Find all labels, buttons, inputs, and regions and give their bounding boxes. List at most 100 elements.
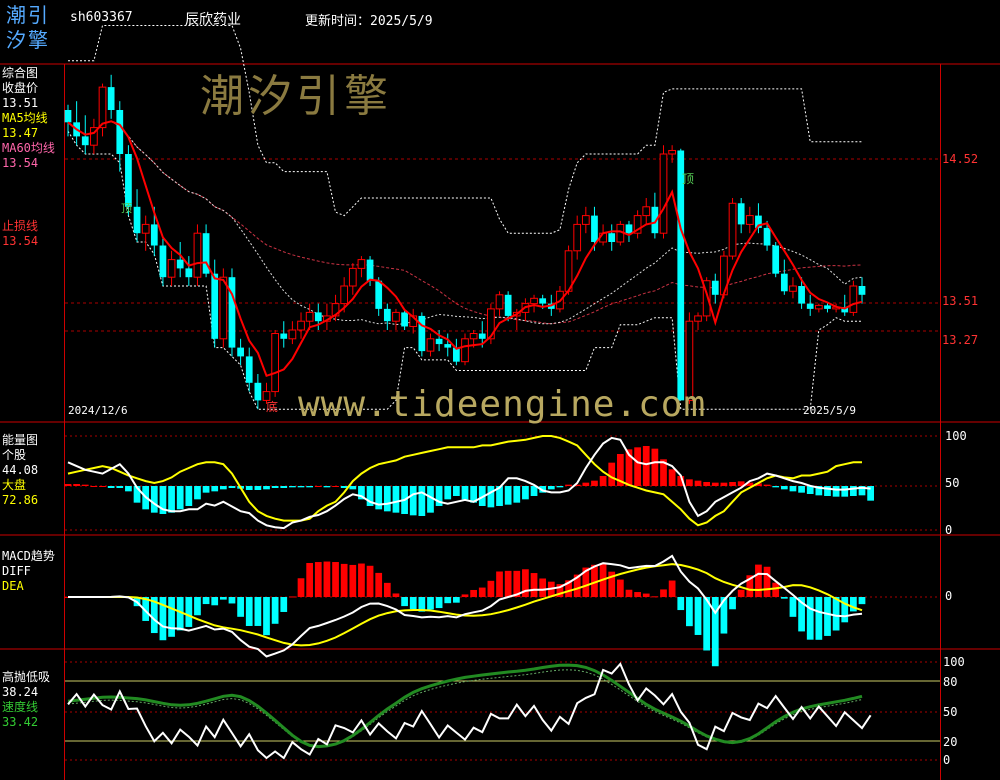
candle-body xyxy=(642,206,651,217)
energy-bar xyxy=(176,486,184,510)
candle-body xyxy=(340,285,349,305)
macd-histogram-bar xyxy=(686,597,693,627)
macd-histogram-bar xyxy=(478,587,486,597)
macd-histogram-bar xyxy=(323,561,331,597)
macd-histogram-bar xyxy=(383,582,391,597)
energy-bar xyxy=(185,486,193,506)
macd-histogram-bar xyxy=(841,597,849,623)
energy-bar xyxy=(634,447,641,486)
sell-axis-0: 0 xyxy=(943,753,951,767)
macd-histogram-bar xyxy=(763,566,771,597)
candle-body xyxy=(444,344,452,348)
energy-bar xyxy=(841,486,849,497)
macd-histogram-bar xyxy=(651,596,659,598)
energy-bar xyxy=(289,486,296,488)
energy-bar xyxy=(565,484,572,486)
candle-body xyxy=(772,245,780,274)
candle-body xyxy=(573,223,582,252)
macd-histogram-bar xyxy=(271,597,279,624)
energy-bar xyxy=(504,486,512,505)
energy-bar xyxy=(798,486,805,493)
candle-body xyxy=(98,86,107,129)
candle-body xyxy=(745,215,754,225)
energy-bar xyxy=(168,486,175,513)
candle-body xyxy=(193,232,202,278)
energy-bar xyxy=(608,462,616,486)
candle-body xyxy=(366,259,374,281)
macd-histogram-bar xyxy=(185,597,193,627)
candle-body xyxy=(392,311,400,322)
sell-axis-100: 100 xyxy=(943,655,965,669)
candle-body xyxy=(539,298,547,304)
macd-histogram-bar xyxy=(461,594,469,597)
macd-histogram-bar xyxy=(755,564,762,597)
macd-title: MACD趋势 xyxy=(2,549,55,563)
energy-bar xyxy=(64,484,72,486)
candle-body xyxy=(581,215,590,225)
energy-bar xyxy=(375,486,383,510)
stop-value: 13.54 xyxy=(2,234,39,248)
candle-body xyxy=(849,285,858,313)
candle-body xyxy=(763,227,771,246)
macd-histogram-bar xyxy=(850,597,857,612)
date-end: 2025/5/9 xyxy=(803,404,856,417)
macd-legend: MACD趋势 DIFF DEA xyxy=(2,549,55,594)
candle-body xyxy=(591,215,598,242)
stop-loss-legend: 止损线 13.54 xyxy=(2,219,38,249)
candle-body xyxy=(150,224,158,246)
macd-histogram-bar xyxy=(711,597,719,667)
energy-bar xyxy=(703,482,711,486)
macd-histogram-bar xyxy=(453,597,460,603)
energy-bar xyxy=(314,486,322,487)
candle-body xyxy=(81,136,89,146)
candle-body xyxy=(383,308,391,322)
energy-market-line xyxy=(67,435,862,527)
date-start: 2024/12/6 xyxy=(68,404,128,417)
candle-body xyxy=(64,110,72,123)
macd-histogram-bar xyxy=(168,597,175,637)
energy-bar xyxy=(392,486,400,513)
candle-body xyxy=(504,294,512,316)
watermark-url: www.tideengine.com xyxy=(298,384,707,425)
macd-histogram-bar xyxy=(789,597,797,617)
macd-histogram-bar xyxy=(806,597,814,640)
macd-histogram-bar xyxy=(427,597,434,610)
energy-bar xyxy=(487,486,495,508)
energy-bar xyxy=(772,486,780,488)
macd-histogram-bar xyxy=(314,562,322,597)
sell-axis-80: 80 xyxy=(943,675,958,689)
candle-body xyxy=(357,259,366,269)
candle-body xyxy=(280,333,288,339)
candle-body xyxy=(254,382,262,401)
energy-stock-label: 个股 xyxy=(2,448,27,462)
small-marker: 顶 xyxy=(121,202,132,215)
macd-histogram-bar xyxy=(737,589,745,597)
macd-histogram-bar xyxy=(211,597,219,606)
macd-histogram-bar xyxy=(237,597,244,617)
candle-body xyxy=(694,315,702,322)
speed-value: 33.42 xyxy=(2,715,39,729)
energy-bar xyxy=(383,486,391,512)
macd-histogram-bar xyxy=(289,596,296,598)
macd-histogram-bar xyxy=(340,563,348,597)
macd-histogram-bar xyxy=(634,592,641,597)
candle-body xyxy=(133,206,141,234)
energy-bar xyxy=(789,486,797,492)
macd-histogram-bar xyxy=(366,565,374,597)
macd-histogram-bar xyxy=(625,589,633,597)
energy-bar xyxy=(444,486,452,500)
price-axis-close: 13.51 xyxy=(942,294,979,308)
energy-bar xyxy=(513,486,521,503)
energy-bar xyxy=(720,482,728,486)
energy-bar xyxy=(323,486,331,488)
candle-body xyxy=(141,223,150,234)
close-label: 收盘价 xyxy=(2,81,39,95)
main-title: 综合图 xyxy=(2,66,39,80)
main-panel-legend: 综合图 收盘价 13.51 MA5均线 13.47 MA60均线 13.54 xyxy=(2,66,55,171)
energy-bar xyxy=(599,476,607,486)
candle-body xyxy=(297,320,305,331)
macd-histogram-bar xyxy=(642,593,650,597)
energy-bar xyxy=(349,486,357,490)
candle-body xyxy=(418,315,426,352)
macd-histogram-bar xyxy=(729,597,736,610)
